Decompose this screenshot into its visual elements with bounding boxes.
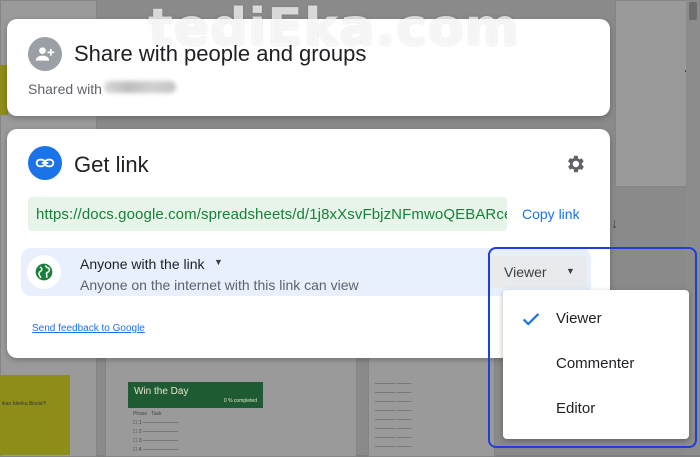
share-people-card: Share with people and groups Shared with — [7, 19, 610, 116]
role-menu-item-editor[interactable]: Editor — [503, 387, 689, 431]
role-menu-item-label: Editor — [556, 400, 596, 417]
shared-with-label: Shared with — [28, 81, 102, 97]
chevron-down-icon[interactable]: ▼ — [214, 257, 223, 267]
bg-thumbnail: ———— ——— ———— ——— ———— ——— ———— ——— ———— ———… — [368, 355, 495, 457]
send-feedback-link[interactable]: Send feedback to Google — [32, 323, 145, 334]
chevron-down-icon: ▼ — [566, 266, 575, 276]
link-url-text: https://docs.google.com/spreadsheets/d/1… — [36, 206, 507, 223]
role-menu-item-label: Viewer — [556, 310, 602, 327]
gear-icon[interactable] — [564, 153, 586, 175]
bg-thumbnail — [615, 0, 687, 187]
sort-arrow-icon: ↓ — [611, 215, 618, 231]
globe-icon — [27, 255, 61, 289]
share-title: Share with people and groups — [74, 41, 367, 66]
role-menu-item-commenter[interactable]: Commenter — [503, 342, 689, 386]
bg-table: Phase Task ☐ 1 ——————— ☐ 2 ——————— ☐ 3 ———… — [133, 411, 179, 453]
shared-with-redacted — [104, 81, 176, 93]
add-person-icon — [28, 37, 62, 71]
access-description: Anyone on the internet with this link ca… — [80, 277, 359, 293]
bg-table-header-phase: Phase — [133, 411, 148, 417]
copy-link-button[interactable]: Copy link — [522, 206, 580, 222]
get-link-title: Get link — [74, 152, 149, 177]
bg-green-header: Win the Day 0 % completed — [128, 382, 263, 408]
check-icon — [522, 313, 540, 326]
role-dropdown-label: Viewer — [504, 264, 547, 280]
role-menu-item-viewer[interactable]: Viewer — [503, 297, 689, 341]
scrollbar-thumb[interactable] — [689, 2, 697, 20]
role-menu-item-label: Commenter — [556, 355, 635, 372]
bg-yellow-block: ikan Idenku Bisnis!!! — [0, 375, 70, 455]
link-icon — [28, 146, 62, 180]
bg-green-sub: 0 % completed — [223, 398, 257, 404]
access-scope-dropdown[interactable]: Anyone with the link — [80, 256, 205, 272]
role-dropdown-button[interactable]: Viewer ▼ — [489, 256, 587, 288]
bg-green-title: Win the Day — [134, 386, 189, 397]
bg-yellow-text: ikan Idenku Bisnis!!! — [2, 401, 47, 407]
link-url-field[interactable]: https://docs.google.com/spreadsheets/d/1… — [28, 197, 507, 231]
role-menu: Viewer Commenter Editor — [503, 290, 689, 439]
bg-table-header-task: Task — [151, 411, 162, 417]
